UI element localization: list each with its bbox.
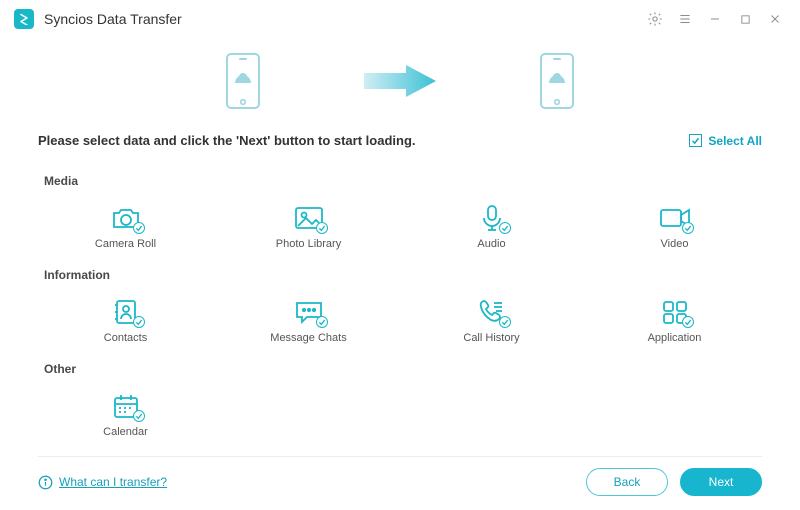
video-icon (658, 204, 692, 232)
tile-message-chats[interactable]: Message Chats (221, 294, 396, 350)
back-button[interactable]: Back (586, 468, 668, 496)
tile-label: Call History (463, 332, 519, 344)
contacts-icon (109, 298, 143, 326)
tile-label: Contacts (104, 332, 147, 344)
phone-icon (475, 298, 509, 326)
tile-audio[interactable]: Audio (404, 200, 579, 256)
menu-icon[interactable] (670, 4, 700, 34)
device-hero (0, 38, 800, 123)
tile-video[interactable]: Video (587, 200, 762, 256)
apps-icon (658, 298, 692, 326)
instruction-text: Please select data and click the 'Next' … (38, 133, 416, 148)
tile-label: Message Chats (270, 332, 346, 344)
select-all-label: Select All (708, 134, 762, 148)
calendar-icon (109, 392, 143, 420)
minimize-button[interactable] (700, 4, 730, 34)
tile-label: Photo Library (276, 238, 341, 250)
help-link[interactable]: What can I transfer? (38, 475, 167, 490)
section-information-label: Information (38, 256, 762, 290)
transfer-arrow-icon (360, 61, 440, 101)
tile-photo-library[interactable]: Photo Library (221, 200, 396, 256)
instruction-row: Please select data and click the 'Next' … (38, 123, 762, 162)
microphone-icon (475, 204, 509, 232)
tile-application[interactable]: Application (587, 294, 762, 350)
tile-label: Video (661, 238, 689, 250)
media-grid: Camera Roll Photo Library Audio (38, 196, 762, 256)
next-button[interactable]: Next (680, 468, 762, 496)
tile-label: Application (648, 332, 702, 344)
content-area: Please select data and click the 'Next' … (0, 123, 800, 457)
tile-camera-roll[interactable]: Camera Roll (38, 200, 213, 256)
close-button[interactable] (760, 4, 790, 34)
section-media-label: Media (38, 162, 762, 196)
maximize-button[interactable] (730, 4, 760, 34)
help-link-label: What can I transfer? (59, 475, 167, 489)
other-grid: Calendar (38, 384, 762, 444)
app-logo (14, 9, 34, 29)
app-title: Syncios Data Transfer (44, 11, 182, 27)
message-icon (292, 298, 326, 326)
tile-label: Camera Roll (95, 238, 156, 250)
tile-label: Audio (477, 238, 505, 250)
camera-icon (109, 204, 143, 232)
titlebar: Syncios Data Transfer (0, 0, 800, 38)
settings-icon[interactable] (640, 4, 670, 34)
tile-calendar[interactable]: Calendar (38, 388, 213, 444)
tile-label: Calendar (103, 426, 148, 438)
information-grid: Contacts Message Chats Call History (38, 290, 762, 350)
footer: What can I transfer? Back Next (0, 454, 800, 510)
tile-call-history[interactable]: Call History (404, 294, 579, 350)
photo-icon (292, 204, 326, 232)
select-all-toggle[interactable]: Select All (689, 134, 762, 148)
source-device-icon (226, 53, 260, 109)
target-device-icon (540, 53, 574, 109)
select-all-checkbox-icon (689, 134, 702, 147)
info-icon (38, 475, 53, 490)
section-other-label: Other (38, 350, 762, 384)
tile-contacts[interactable]: Contacts (38, 294, 213, 350)
